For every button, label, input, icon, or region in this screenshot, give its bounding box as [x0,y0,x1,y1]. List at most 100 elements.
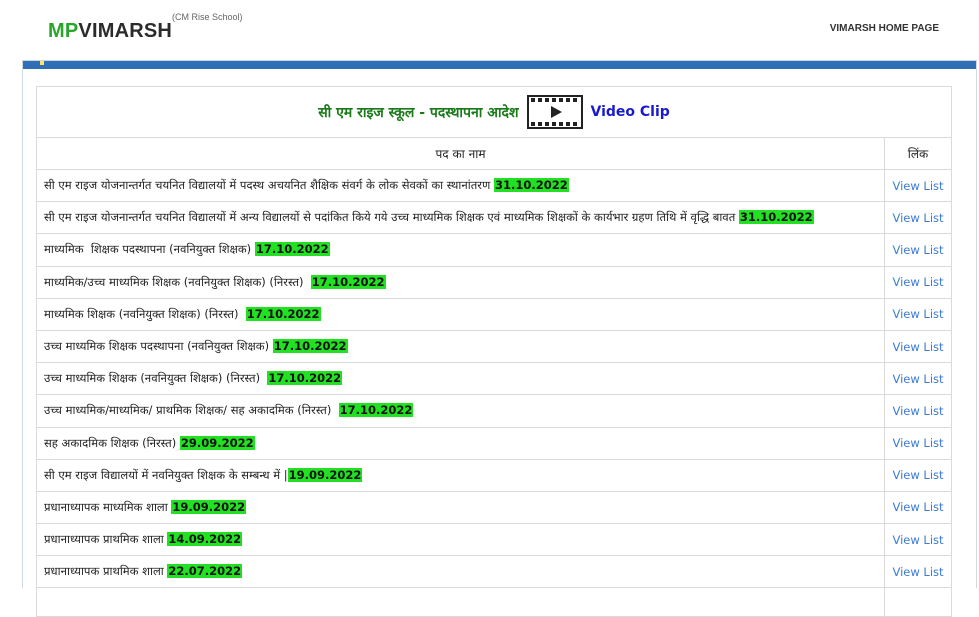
view-list-cell: View List [884,523,952,557]
order-date-badge: 17.10.2022 [338,403,414,418]
order-title-cell: माध्यमिक शिक्षक (नवनियुक्त शिक्षक) (निरस… [36,297,885,331]
order-title-cell: माध्यमिक/उच्च माध्यमिक शिक्षक (नवनियुक्त… [36,265,885,299]
table-row: उच्च माध्यमिक शिक्षक (नवनियुक्त शिक्षक) … [36,362,952,396]
order-title: माध्यमिक/उच्च माध्यमिक शिक्षक (नवनियुक्त… [44,274,311,289]
empty-cell [36,587,885,617]
order-title: प्रधानाध्यापक माध्यमिक शाला [44,499,172,514]
view-list-link[interactable]: View List [892,500,943,514]
view-list-cell: View List [884,555,952,589]
order-title: माध्यमिक शिक्षक (नवनियुक्त शिक्षक) (निरस… [44,306,246,321]
order-title: उच्च माध्यमिक/माध्यमिक/ प्राथमिक शिक्षक/… [44,403,339,418]
order-date-badge: 19.09.2022 [171,499,247,514]
logo-subtitle: (CM Rise School) [172,12,243,22]
order-date-badge: 19.09.2022 [287,467,363,482]
table-row: प्रधानाध्यापक प्राथमिक शाला 22.07.2022 Vi… [36,555,952,589]
view-list-link[interactable]: View List [892,372,943,386]
column-header-name: पद का नाम [36,137,885,170]
order-date-badge: 31.10.2022 [738,210,814,225]
table-row: उच्च माध्यमिक/माध्यमिक/ प्राथमिक शिक्षक/… [36,394,952,428]
table-header-row: पद का नाम लिंक [36,137,952,170]
order-title: उच्च माध्यमिक शिक्षक (नवनियुक्त शिक्षक) … [44,371,268,386]
view-list-cell: View List [884,265,952,299]
order-title-cell: प्रधानाध्यापक प्राथमिक शाला 22.07.2022 [36,555,885,589]
view-list-link[interactable]: View List [892,340,943,354]
order-title-cell: प्रधानाध्यापक माध्यमिक शाला 19.09.2022 [36,490,885,525]
order-title: सी एम राइज विद्यालयों में नवनियुक्त शिक्… [44,467,288,482]
table-row: सी एम राइज विद्यालयों में नवनियुक्त शिक्… [36,458,952,492]
order-date-badge: 29.09.2022 [179,435,255,450]
view-list-cell: View List [884,394,952,428]
order-date-badge: 17.10.2022 [272,339,348,354]
view-list-link[interactable]: View List [892,275,943,289]
panel-border-right [976,60,977,588]
view-list-cell: View List [884,426,952,460]
order-title-cell: सी एम राइज योजनान्तर्गत चयनित विद्यालयों… [36,201,885,235]
order-title-cell: सी एम राइज योजनान्तर्गत चयनित विद्यालयों… [36,168,885,203]
view-list-link[interactable]: View List [892,243,943,257]
view-list-link[interactable]: View List [892,307,943,321]
table-title-row: सी एम राइज स्कूल - पदस्थापना आदेश Video … [36,86,952,138]
table-row: प्रधानाध्यापक प्राथमिक शाला 14.09.2022 Vi… [36,523,952,557]
bar-marker [40,61,44,65]
order-date-badge: 17.10.2022 [267,371,343,386]
table-row: माध्यमिक शिक्षक पदस्थापना (नवनियुक्त शिक… [36,233,952,267]
section-header-bar [22,60,977,69]
view-list-cell: View List [884,490,952,525]
table-row: उच्च माध्यमिक शिक्षक पदस्थापना (नवनियुक्… [36,329,952,364]
order-title: सी एम राइज योजनान्तर्गत चयनित विद्यालयों… [44,210,739,225]
view-list-link[interactable]: View List [892,211,943,225]
view-list-link[interactable]: View List [892,565,943,579]
panel-border-left [22,60,23,588]
order-date-badge: 17.10.2022 [245,306,321,321]
site-header: MPVIMARSH (CM Rise School) VIMARSH HOME … [0,0,979,60]
order-date-badge: 17.10.2022 [254,242,330,257]
view-list-link[interactable]: View List [892,404,943,418]
order-title: प्रधानाध्यापक प्राथमिक शाला [44,532,168,547]
logo-mp-text: MP [48,20,79,42]
order-title: सह अकादमिक शिक्षक (निरस्त) [44,435,180,450]
table-row: माध्यमिक/उच्च माध्यमिक शिक्षक (नवनियुक्त… [36,265,952,299]
order-date-badge: 31.10.2022 [493,178,569,193]
view-list-link[interactable]: View List [892,179,943,193]
video-clip-icon[interactable] [526,95,583,129]
table-row: सी एम राइज योजनान्तर्गत चयनित विद्यालयों… [36,201,952,235]
empty-cell [884,587,952,617]
logo-vimarsh-text: VIMARSH [78,20,173,42]
view-list-link[interactable]: View List [892,533,943,547]
order-title-cell: सी एम राइज विद्यालयों में नवनियुक्त शिक्… [36,458,885,492]
view-list-cell: View List [884,458,952,492]
posting-orders-table: सी एम राइज स्कूल - पदस्थापना आदेश Video … [36,86,952,617]
table-row: प्रधानाध्यापक माध्यमिक शाला 19.09.2022 Vi… [36,490,952,525]
video-clip-link[interactable]: Video Clip [591,104,670,120]
order-title-cell: प्रधानाध्यापक प्राथमिक शाला 14.09.2022 [36,523,885,557]
order-title-cell: उच्च माध्यमिक/माध्यमिक/ प्राथमिक शिक्षक/… [36,394,885,428]
view-list-cell: View List [884,201,952,235]
view-list-cell: View List [884,297,952,331]
view-list-cell: View List [884,168,952,203]
order-date-badge: 14.09.2022 [167,532,243,547]
order-title: प्रधानाध्यापक प्राथमिक शाला [44,564,168,579]
table-row-empty [36,587,952,617]
order-date-badge: 22.07.2022 [167,564,243,579]
order-title-cell: उच्च माध्यमिक शिक्षक पदस्थापना (नवनियुक्… [36,329,885,364]
table-title: सी एम राइज स्कूल - पदस्थापना आदेश [318,104,519,121]
table-row: सह अकादमिक शिक्षक (निरस्त) 29.09.2022 Vie… [36,426,952,460]
order-date-badge: 17.10.2022 [310,274,386,289]
table-title-cell: सी एम राइज स्कूल - पदस्थापना आदेश Video … [36,86,952,138]
view-list-link[interactable]: View List [892,436,943,450]
order-title: माध्यमिक शिक्षक पदस्थापना (नवनियुक्त शिक… [44,242,255,257]
order-title-cell: माध्यमिक शिक्षक पदस्थापना (नवनियुक्त शिक… [36,233,885,267]
view-list-cell: View List [884,233,952,267]
vimarsh-home-link[interactable]: VIMARSH HOME PAGE [830,23,939,34]
order-title: उच्च माध्यमिक शिक्षक पदस्थापना (नवनियुक्… [44,339,273,354]
column-header-link: लिंक [884,137,952,170]
view-list-link[interactable]: View List [892,468,943,482]
site-logo[interactable]: MPVIMARSH [48,20,172,43]
order-title: सी एम राइज योजनान्तर्गत चयनित विद्यालयों… [44,178,494,193]
view-list-cell: View List [884,362,952,396]
table-row: माध्यमिक शिक्षक (नवनियुक्त शिक्षक) (निरस… [36,297,952,331]
order-title-cell: सह अकादमिक शिक्षक (निरस्त) 29.09.2022 [36,426,885,460]
view-list-cell: View List [884,329,952,364]
table-row: सी एम राइज योजनान्तर्गत चयनित विद्यालयों… [36,168,952,203]
order-title-cell: उच्च माध्यमिक शिक्षक (नवनियुक्त शिक्षक) … [36,362,885,396]
